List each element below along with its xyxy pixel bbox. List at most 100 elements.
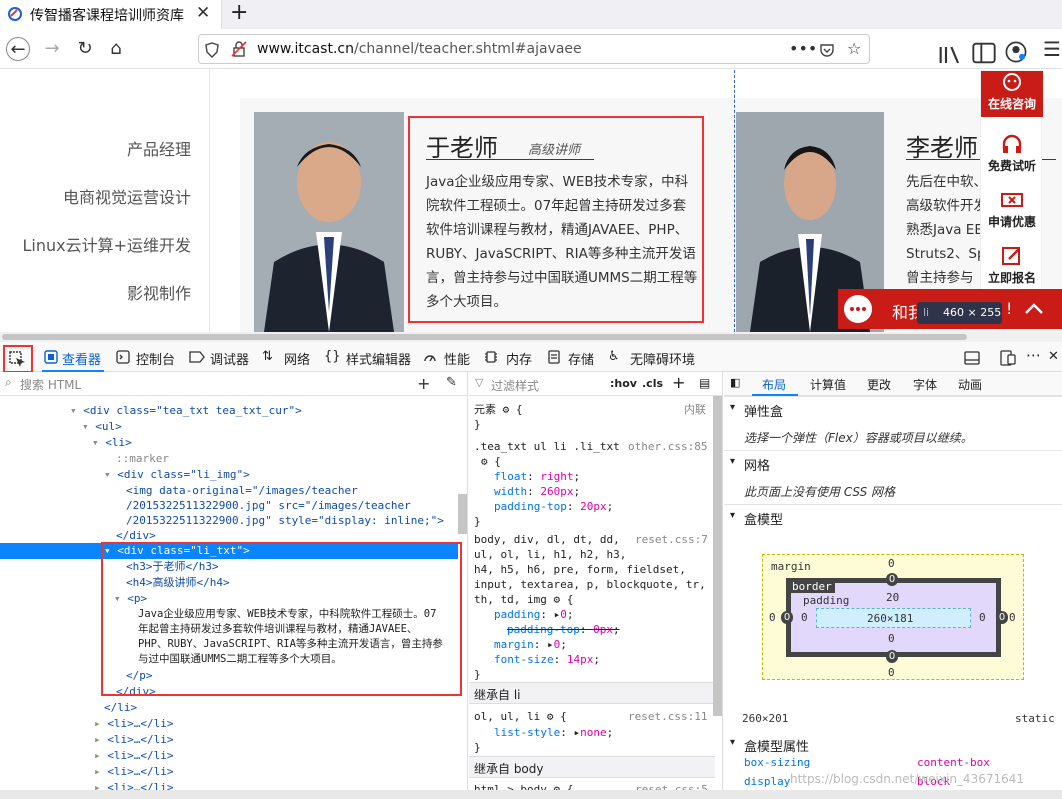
account-icon[interactable] <box>1004 40 1028 64</box>
tab-debugger[interactable]: 调试器 <box>210 349 249 368</box>
home-icon[interactable]: ⌂ <box>104 37 128 61</box>
html-node-img[interactable]: <img data-original="/images/teacher <box>126 483 358 499</box>
print-media-icon[interactable]: ▤ <box>699 376 710 390</box>
hover-states-button[interactable]: :hov <box>610 377 637 390</box>
chevron-up-icon[interactable] <box>1024 301 1044 315</box>
html-node[interactable]: ▾ <li> <box>92 435 132 451</box>
search-html-input[interactable]: 搜索 HTML <box>20 376 81 393</box>
scrollbar-thumb[interactable] <box>2 334 967 340</box>
rule-selector[interactable]: .tea_txt ul li .li_txt <box>474 439 620 454</box>
rules-pane-scrollbar[interactable] <box>713 396 722 716</box>
html-node-marker[interactable]: ::marker <box>116 451 169 467</box>
menu-item-linux-cloud[interactable]: Linux云计算+运维开发 <box>22 232 191 256</box>
apply-discount-button[interactable]: 申请优惠 <box>981 183 1043 237</box>
rule-selector[interactable]: input, textarea, p, blockquote, tr, <box>474 577 706 592</box>
html-pane-scrollbar[interactable] <box>458 494 467 534</box>
html-node[interactable]: ▾ <div class="li_img"> <box>104 467 250 483</box>
sidebar-icon[interactable] <box>972 41 996 65</box>
library-icon[interactable] <box>938 43 962 67</box>
url-bar[interactable]: www.itcast.cn/channel/teacher.shtml#ajav… <box>198 34 870 64</box>
shield-icon[interactable] <box>205 42 219 58</box>
tab-console[interactable]: 控制台 <box>136 349 175 368</box>
padding-bottom-value[interactable]: 0 <box>888 632 895 645</box>
rule-selector[interactable]: body, div, dl, dt, dd, <box>474 532 620 547</box>
tab-computed[interactable]: 计算值 <box>810 376 846 393</box>
filter-styles-input[interactable]: 过滤样式 <box>491 377 539 394</box>
tab-performance[interactable]: 性能 <box>444 349 470 368</box>
css-declaration[interactable]: float: right; <box>494 469 580 484</box>
border-bottom-value[interactable]: 0 <box>886 650 898 663</box>
bookmark-star-icon[interactable]: ☆ <box>847 39 861 58</box>
rule-source-link[interactable]: reset.css:11 <box>628 709 707 724</box>
element-rule[interactable]: 元素 ⚙ { <box>474 402 523 417</box>
classes-button[interactable]: .cls <box>642 377 663 390</box>
css-declaration[interactable]: font-size: 14px; <box>494 652 600 667</box>
box-model-content[interactable]: 260×181 <box>816 608 971 628</box>
rule-selector[interactable]: ol, ul, li ⚙ { <box>474 709 567 724</box>
html-node-collapsed[interactable]: ▸ <li>…</li> <box>94 748 173 764</box>
rule-selector[interactable]: th, td, img ⚙ { <box>474 592 573 607</box>
css-declaration-overridden[interactable]: padding-top: 0px; <box>507 622 620 637</box>
html-node[interactable]: ▾ <div class="tea_txt tea_txt_cur"> <box>70 403 302 419</box>
tab-changes[interactable]: 更改 <box>867 376 891 393</box>
grid-section-header[interactable]: ▾ 网格 <box>724 450 1062 476</box>
tab-animations[interactable]: 动画 <box>958 376 982 393</box>
border-top-value[interactable]: 0 <box>886 573 898 586</box>
margin-top-value[interactable]: 0 <box>888 557 895 570</box>
rule-selector[interactable]: ul, ol, li, h1, h2, h3, <box>474 547 626 562</box>
close-devtools-icon[interactable]: ✕ <box>1048 349 1059 364</box>
html-node-collapsed[interactable]: ▸ <li>…</li> <box>94 764 173 780</box>
rule-source-link[interactable]: other.css:85 <box>628 439 707 454</box>
css-declaration[interactable]: padding-top: 20px; <box>494 499 613 514</box>
html-node-collapsed[interactable]: ▸ <li>…</li> <box>94 732 173 748</box>
rule-source-link[interactable]: reset.css:7 <box>635 532 708 547</box>
add-rule-icon[interactable]: + <box>672 373 685 392</box>
tab-layout[interactable]: 布局 <box>762 376 786 393</box>
box-model-properties-header[interactable]: ▾ 盒模型属性 <box>724 732 1062 758</box>
menu-item-product-manager[interactable]: 产品经理 <box>127 136 191 160</box>
margin-right-value[interactable]: 0 <box>1009 611 1016 624</box>
html-node[interactable]: ▾ <ul> <box>82 419 122 435</box>
tab-style-editor[interactable]: 样式编辑器 <box>346 349 411 368</box>
box-model-section-header[interactable]: ▾ 盒模型 <box>724 504 1062 530</box>
tab-storage[interactable]: 存储 <box>568 349 594 368</box>
toggle-rules-pane-icon[interactable]: ◧ <box>730 376 740 389</box>
tab-close-icon[interactable]: ✕ <box>196 3 210 23</box>
css-declaration[interactable]: list-style: ▸none; <box>494 725 613 740</box>
enroll-now-button[interactable]: 立即报名 <box>981 239 1043 293</box>
forward-arrow-icon[interactable]: → <box>40 37 64 61</box>
hamburger-menu-icon[interactable]: ☰ <box>1040 37 1062 61</box>
consult-online-button[interactable]: 在线咨询 <box>981 71 1043 117</box>
padding-right-value[interactable]: 0 <box>979 611 986 624</box>
new-tab-button[interactable]: + <box>230 0 248 25</box>
border-right-value[interactable]: 0 <box>996 611 1008 624</box>
back-arrow-icon[interactable]: ← <box>6 37 30 61</box>
css-declaration[interactable]: padding: ▸0; <box>494 607 573 622</box>
tab-network[interactable]: 网络 <box>284 349 310 368</box>
border-left-value[interactable]: 0 <box>781 611 793 624</box>
eyedropper-icon[interactable]: ✎ <box>446 375 457 390</box>
html-node-img[interactable]: /2015322511322900.jpg" src="/images/teac… <box>126 498 411 514</box>
padding-left-value[interactable]: 0 <box>801 611 808 624</box>
html-node-img[interactable]: /2015322511322900.jpg" style="display: i… <box>126 513 444 529</box>
browser-tab[interactable]: 传智播客课程培训师资库 ✕ <box>0 0 222 29</box>
more-options-icon[interactable]: ⋯ <box>1026 346 1041 364</box>
pocket-icon[interactable] <box>819 42 835 58</box>
css-declaration[interactable]: width: 260px; <box>494 484 580 499</box>
page-horizontal-scrollbar[interactable] <box>0 332 1062 342</box>
margin-bottom-value[interactable]: 0 <box>888 666 895 679</box>
html-node-collapsed[interactable]: ▸ <li>…</li> <box>94 716 173 732</box>
tab-inspector[interactable]: 查看器 <box>62 349 101 368</box>
menu-item-ecommerce-design[interactable]: 电商视觉运营设计 <box>63 184 191 208</box>
menu-item-video-production[interactable]: 影视制作 <box>127 280 191 304</box>
tab-memory[interactable]: 内存 <box>506 349 532 368</box>
tab-fonts[interactable]: 字体 <box>913 376 937 393</box>
free-trial-button[interactable]: 免费试听 <box>981 127 1043 181</box>
responsive-mode-icon[interactable] <box>1000 350 1016 366</box>
element-picker-button[interactable] <box>3 345 33 373</box>
margin-left-value[interactable]: 0 <box>769 611 776 624</box>
html-node[interactable]: </li> <box>104 700 137 716</box>
padding-top-value[interactable]: 20 <box>886 591 899 604</box>
insecure-lock-icon[interactable] <box>231 41 247 57</box>
css-declaration[interactable]: margin: ▸0; <box>494 637 567 652</box>
